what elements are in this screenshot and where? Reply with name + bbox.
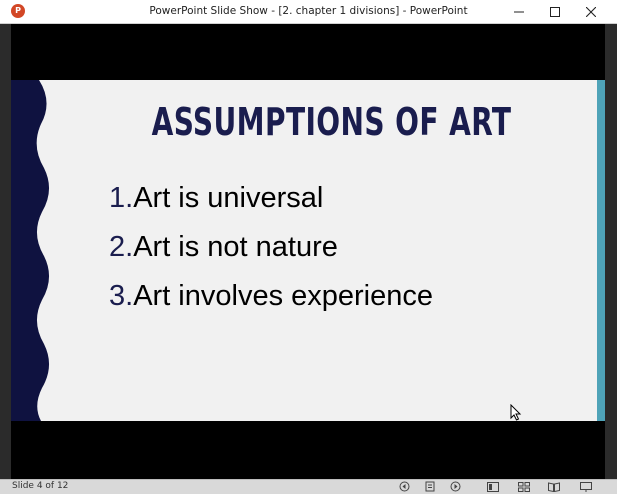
normal-view-icon[interactable] [487,481,499,492]
close-icon [586,6,596,17]
slide-show-icon[interactable] [580,481,592,492]
close-button[interactable] [573,0,609,23]
title-bar: P PowerPoint Slide Show - [2. chapter 1 … [0,0,617,24]
minimize-button[interactable] [501,0,537,23]
item-text: Art is universal [133,182,324,214]
item-number: 3. [109,280,134,312]
maximize-icon [550,6,560,17]
item-number: 2. [109,231,134,263]
assumptions-list: 1.Art is universal 2.Art is not nature 3… [109,178,433,325]
wave-decoration [11,80,50,421]
accent-bar [597,80,605,421]
menu-icon[interactable] [424,481,436,492]
list-item: 1.Art is universal [109,178,433,227]
next-icon[interactable] [449,481,461,492]
slide[interactable]: ASSUMPTIONS OF ART 1.Art is universal 2.… [11,80,605,421]
list-item: 3.Art involves experience [109,276,433,325]
list-item: 2.Art is not nature [109,227,433,276]
previous-icon[interactable] [398,481,410,492]
slide-sorter-icon[interactable] [518,481,530,492]
reading-view-icon[interactable] [548,481,560,492]
item-text: Art involves experience [133,280,434,312]
item-text: Art is not nature [133,231,338,263]
status-bar: Slide 4 of 12 [0,479,617,494]
maximize-button[interactable] [537,0,573,23]
minimize-icon [514,11,524,12]
mouse-pointer-icon [510,404,522,421]
item-number: 1. [109,182,134,214]
slide-counter: Slide 4 of 12 [12,481,69,491]
powerpoint-window: P PowerPoint Slide Show - [2. chapter 1 … [0,0,617,494]
slide-title: ASSUMPTIONS OF ART [151,100,512,144]
